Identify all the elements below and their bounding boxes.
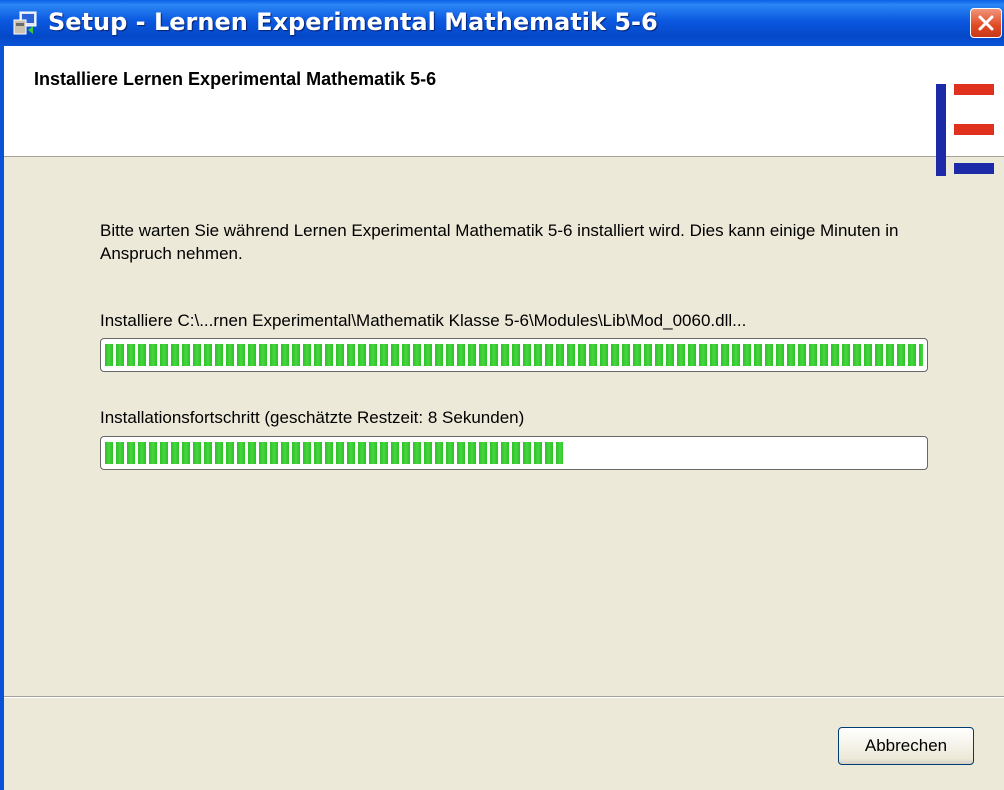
window-frame-left bbox=[0, 46, 4, 790]
current-file-label: Installiere C:\...rnen Experimental\Math… bbox=[100, 311, 747, 330]
wizard-header bbox=[4, 46, 1004, 157]
overall-progress-fill bbox=[105, 442, 563, 464]
install-description: Bitte warten Sie während Lernen Experime… bbox=[100, 221, 899, 263]
close-button[interactable] bbox=[970, 8, 1002, 38]
cancel-button[interactable]: Abbrechen bbox=[838, 727, 974, 765]
window-title: Setup - Lernen Experimental Mathematik 5… bbox=[48, 8, 658, 36]
overall-progress-label: Installationsfortschritt (geschätzte Res… bbox=[100, 408, 525, 427]
brand-logo-icon bbox=[936, 84, 994, 176]
page-title: Installiere Lernen Experimental Mathemat… bbox=[34, 69, 437, 89]
file-progress-fill bbox=[105, 344, 923, 366]
close-icon bbox=[978, 15, 994, 31]
setup-app-icon bbox=[12, 10, 38, 36]
file-progress-bar bbox=[100, 338, 928, 372]
footer-divider bbox=[4, 696, 1004, 698]
title-bar[interactable]: Setup - Lernen Experimental Mathematik 5… bbox=[0, 0, 1004, 46]
overall-progress-bar bbox=[100, 436, 928, 470]
setup-window: Setup - Lernen Experimental Mathematik 5… bbox=[0, 0, 1004, 790]
